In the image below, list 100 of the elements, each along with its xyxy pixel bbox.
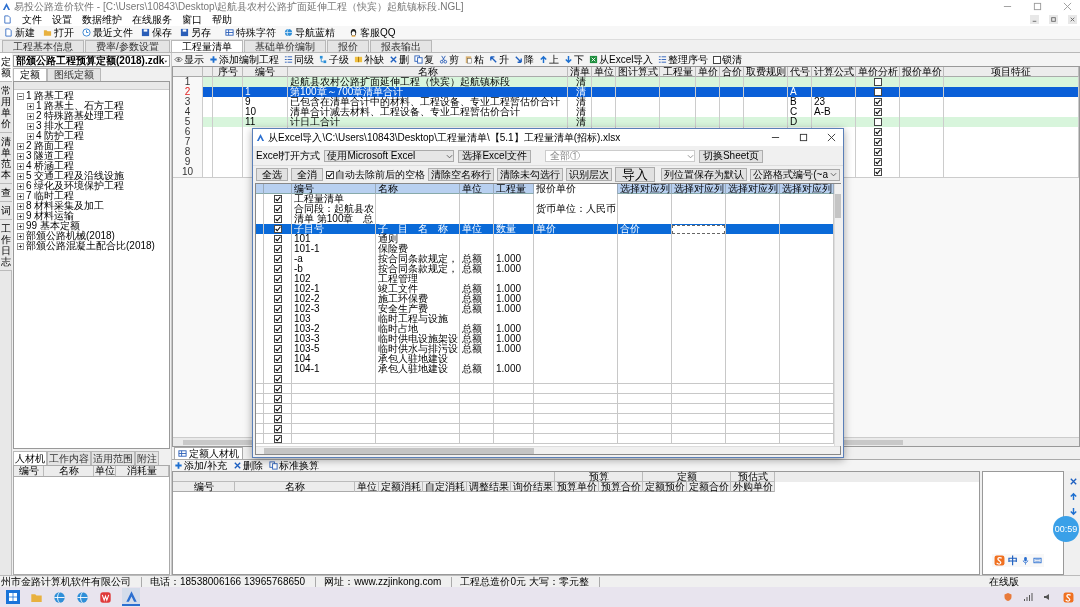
menu-item[interactable]: 数据维护: [82, 14, 122, 25]
tree-item[interactable]: 3 隧道工程: [26, 151, 75, 161]
checkbox[interactable]: [273, 335, 282, 343]
toolbar-button[interactable]: 打开: [41, 27, 76, 38]
side-tab[interactable]: 查: [0, 184, 12, 202]
save-default-button[interactable]: 列位置保存为默认: [661, 168, 748, 181]
checkbox[interactable]: [273, 394, 282, 403]
ime-mode[interactable]: 中: [1008, 555, 1018, 566]
select-all-button[interactable]: 全选: [256, 168, 288, 181]
scrollbar[interactable]: [256, 446, 840, 454]
expand-icon[interactable]: [17, 242, 24, 250]
checkbox[interactable]: [273, 285, 282, 293]
side-tab[interactable]: 清单范本: [0, 133, 12, 184]
tree-item[interactable]: 2 特殊路基处理工程: [36, 111, 125, 121]
checkbox[interactable]: [873, 128, 882, 136]
close-icon[interactable]: [1068, 15, 1077, 24]
toolbar-button[interactable]: 标准换算: [268, 460, 319, 471]
checkbox[interactable]: [273, 195, 282, 203]
side-tab[interactable]: 定额: [0, 53, 12, 82]
checkbox[interactable]: [273, 434, 282, 443]
checkbox-label[interactable]: 锁清: [722, 54, 743, 65]
expand-icon[interactable]: [17, 222, 24, 230]
library-select[interactable]: 部颁公路工程预算定额(2018).zdk: [13, 55, 170, 67]
toolbar-button[interactable]: 保存: [139, 27, 174, 38]
toolbar-button[interactable]: 同级: [284, 54, 314, 65]
checkbox[interactable]: [273, 305, 282, 313]
tree-item[interactable]: 6 绿化及环境保护工程: [26, 181, 125, 191]
choose-file-button[interactable]: 选择Excel文件: [458, 149, 531, 163]
tab[interactable]: 基础单价编制: [243, 40, 326, 52]
checkbox[interactable]: [273, 225, 282, 233]
side-tab[interactable]: 常用单价: [0, 82, 12, 133]
checkbox[interactable]: [873, 78, 882, 86]
checkbox[interactable]: [873, 108, 882, 116]
toolbar-button[interactable]: 复: [414, 54, 434, 65]
tree-item[interactable]: 1 路基土、石方工程: [36, 101, 125, 111]
expand-icon[interactable]: [17, 232, 24, 240]
import-button[interactable]: 导入: [615, 167, 655, 182]
tab[interactable]: 人材机: [13, 451, 47, 465]
toolbar-button[interactable]: 整理序号: [658, 54, 709, 65]
checkbox-label[interactable]: 自动去除前后的空格: [335, 169, 425, 180]
checkbox[interactable]: [273, 235, 282, 243]
expand-icon[interactable]: [27, 112, 34, 120]
tab[interactable]: 工程基本信息: [2, 40, 84, 52]
toolbar-button[interactable]: 显示: [174, 54, 204, 65]
toolbar-button[interactable]: 补缺: [354, 54, 384, 65]
toolbar-button[interactable]: 上: [539, 54, 559, 65]
action-button[interactable]: 识别层次: [566, 168, 612, 181]
toolbar-button[interactable]: 删除: [232, 460, 263, 471]
tree-item[interactable]: 9 材料运输: [26, 211, 75, 221]
menu-item[interactable]: 窗口: [182, 14, 202, 25]
checkbox[interactable]: [873, 98, 882, 106]
expand-icon[interactable]: [17, 172, 24, 180]
tree-item[interactable]: 1 路基工程: [26, 91, 75, 101]
toolbar-button[interactable]: 剪: [439, 54, 459, 65]
sheet-select[interactable]: 全部①: [544, 150, 695, 162]
toolbar-button[interactable]: 下: [564, 54, 584, 65]
tab[interactable]: 费率/参数设置: [85, 40, 170, 52]
tab[interactable]: 适用范围: [91, 451, 135, 465]
toolbar-button[interactable]: 降: [514, 54, 534, 65]
checkbox[interactable]: [873, 138, 882, 146]
toolbar-button[interactable]: 特殊字符: [223, 27, 278, 38]
tree-item[interactable]: 部颁公路混凝土配合比(2018): [26, 241, 155, 251]
tree-item[interactable]: 部颁公路机械(2018): [26, 231, 115, 241]
expand-icon[interactable]: [17, 162, 24, 170]
tab[interactable]: 附注: [135, 451, 159, 465]
expand-icon[interactable]: [17, 212, 24, 220]
checkbox[interactable]: [273, 295, 282, 303]
checkbox[interactable]: [273, 255, 282, 263]
checkbox[interactable]: [273, 345, 282, 353]
toolbar-button[interactable]: 新建: [2, 27, 37, 38]
tab[interactable]: 定额人材机: [174, 447, 243, 459]
expand-icon[interactable]: [27, 102, 34, 110]
tree-item[interactable]: 8 材料采集及加工: [26, 201, 105, 211]
checkbox[interactable]: [273, 384, 282, 393]
toolbar-button[interactable]: 子级: [319, 54, 349, 65]
cell-editor[interactable]: [672, 224, 725, 234]
tab[interactable]: 工作内容: [47, 451, 91, 465]
open-mode-select[interactable]: 使用Microsoft Excel: [324, 150, 455, 162]
menu-item[interactable]: 帮助: [212, 14, 232, 25]
tree-item[interactable]: 4 桥涵工程: [26, 161, 75, 171]
checkbox[interactable]: [873, 88, 882, 96]
tree-item[interactable]: 3 排水工程: [36, 121, 85, 131]
checkbox[interactable]: [273, 424, 282, 433]
expand-icon[interactable]: [27, 122, 34, 130]
expand-icon[interactable]: [17, 182, 24, 190]
tree-item[interactable]: 7 临时工程: [26, 191, 75, 201]
tree-item[interactable]: 2 路面工程: [26, 141, 75, 151]
start-button[interactable]: [6, 590, 20, 604]
action-button[interactable]: 清除空名称行: [428, 168, 494, 181]
scrollbar[interactable]: [834, 184, 841, 446]
checkbox[interactable]: [273, 355, 282, 363]
tree-item[interactable]: 99 基本定额: [26, 221, 80, 231]
tab[interactable]: 定额: [13, 68, 47, 81]
checkbox[interactable]: [273, 365, 282, 373]
toolbar-button[interactable]: 添加/补充: [174, 460, 227, 471]
menu-item[interactable]: 文件: [22, 14, 42, 25]
menu-item[interactable]: 在线服务: [132, 14, 172, 25]
tab[interactable]: 报表输出: [369, 40, 432, 52]
switch-sheet-button[interactable]: 切换Sheet页: [698, 149, 764, 163]
close-icon[interactable]: [827, 133, 836, 142]
